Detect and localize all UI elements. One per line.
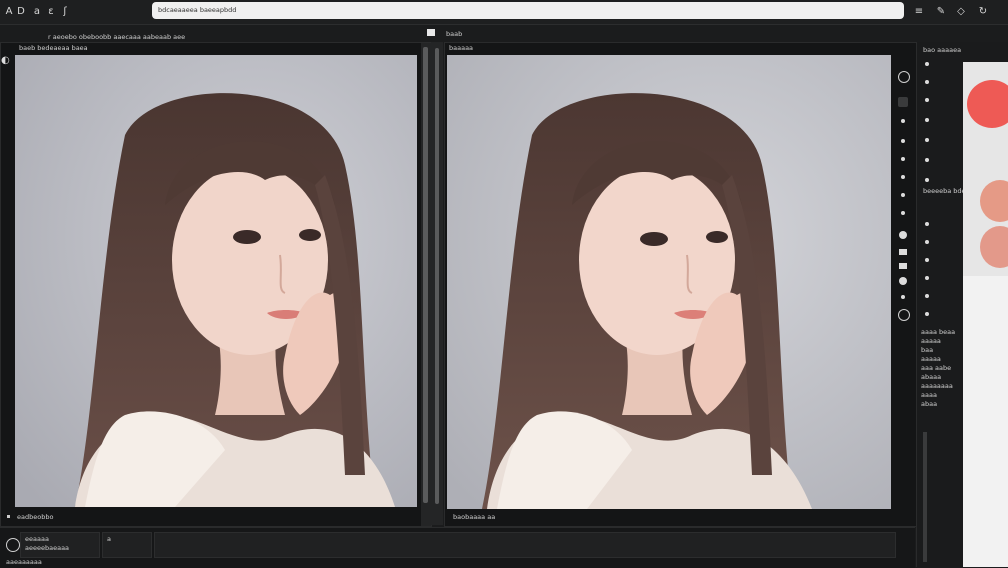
bottom-prompt-input[interactable] (154, 532, 896, 558)
refresh-icon[interactable]: ↻ (976, 5, 990, 19)
dock-list-item[interactable]: aaaaa (921, 355, 969, 364)
right-panel-footer: baobaaaa aa (453, 513, 496, 521)
bottom-field-1-line2: aeeeebaeaaa (25, 544, 70, 552)
dock-header: bao aaaaea (923, 46, 962, 54)
dock-list-item[interactable]: abaaa (921, 373, 969, 382)
top-bar: A D a ɛ ʃ bdcaeaaeea baeeapbdd ≡ ✎ ◇ ↻ (0, 0, 1008, 25)
swatch-panel-lower (963, 276, 1008, 567)
dock-list-item[interactable]: baa (921, 346, 969, 355)
bottom-field-2[interactable]: a (102, 532, 152, 558)
dock-dot-4[interactable] (925, 118, 929, 122)
panel-splitter[interactable] (431, 42, 443, 525)
left-image-viewport[interactable] (15, 55, 417, 507)
bottom-field-2-text: a (107, 535, 111, 543)
brush-icon[interactable]: ✎ (934, 5, 948, 19)
right-tool-strip (893, 63, 913, 503)
right-panel-title: baaaaa (449, 44, 474, 52)
tool-dot-7[interactable] (901, 295, 905, 299)
eraser-icon[interactable]: ◇ (954, 5, 968, 19)
dock-dot-7[interactable] (925, 178, 929, 182)
app-d-icon[interactable]: D (14, 5, 28, 19)
left-panel-footer: eadbeobbo (17, 513, 54, 521)
dock-dot-8[interactable] (925, 222, 929, 226)
tool-circle-1[interactable] (899, 231, 907, 239)
swatch-panel (963, 62, 1008, 276)
dock-list-item[interactable]: abaa (921, 400, 969, 409)
tool-dot-1[interactable] (901, 119, 905, 123)
bottom-bar: eeaaaa aeeeebaeaaa a aaeaaaaaa (0, 527, 915, 568)
menu-icon[interactable]: ≡ (912, 5, 926, 19)
swatch-peach-2[interactable] (980, 226, 1008, 268)
dock-dot-13[interactable] (925, 312, 929, 316)
dock-dot-1[interactable] (925, 62, 929, 66)
history-back-icon[interactable]: ɛ (44, 5, 58, 19)
right-image-viewport[interactable] (447, 55, 891, 509)
bottom-field-1-line1: eeaaaa (25, 535, 49, 543)
subheader: r aeoebo obeboobb aaecaaa aabeaab aee ba… (0, 26, 915, 42)
bottom-status-text: aaeaaaaaa (6, 558, 42, 566)
left-image-panel: baeb bedeaeaa baea ◐ eadbeobbo (0, 42, 432, 527)
tool-square-1[interactable] (899, 249, 907, 255)
zoom-icon[interactable] (898, 71, 910, 83)
dock-dot-5[interactable] (925, 138, 929, 142)
subheader-left-text: r aeoebo obeboobb aaecaaa aabeaab aee (48, 33, 186, 41)
tool-dot-4[interactable] (901, 175, 905, 179)
status-icon[interactable] (6, 538, 20, 552)
right-image-panel: baaaaa baobaaaa aa (444, 42, 918, 527)
dock-dot-6[interactable] (925, 158, 929, 162)
history-forward-icon[interactable]: ʃ (58, 5, 72, 19)
left-scroll-thumb[interactable] (423, 47, 428, 503)
dock-dot-12[interactable] (925, 294, 929, 298)
bottom-field-1[interactable]: eeaaaa aeeeebaeaaa (20, 532, 100, 558)
dock-dot-3[interactable] (925, 98, 929, 102)
address-bar[interactable]: bdcaeaaeea baeeapbdd (152, 2, 904, 19)
dock-dot-9[interactable] (925, 240, 929, 244)
dock-list-item[interactable]: aaaaa (921, 337, 969, 346)
dock-scroll-track[interactable] (923, 432, 927, 562)
dock-dot-10[interactable] (925, 258, 929, 262)
window-icon[interactable] (427, 29, 435, 36)
portrait-image-edited (447, 55, 891, 509)
swatch-peach-1[interactable] (980, 180, 1008, 222)
dock-dot-2[interactable] (925, 80, 929, 84)
brightness-icon[interactable]: ◐ (1, 55, 11, 67)
dock-dot-11[interactable] (925, 276, 929, 280)
left-vertical-scrollbar[interactable] (421, 43, 431, 526)
splitter-handle[interactable] (435, 48, 439, 504)
dock-list-item[interactable]: aaa aabe (921, 364, 969, 373)
tool-square-2[interactable] (899, 263, 907, 269)
dock-list-item[interactable]: aaaaaaaa (921, 382, 969, 391)
left-panel-title: baeb bedeaeaa baea (19, 44, 88, 52)
tool-dot-6[interactable] (901, 211, 905, 215)
dock-list-item[interactable]: aaaa beaa (921, 328, 969, 337)
tool-dot-2[interactable] (901, 139, 905, 143)
app-b-icon[interactable]: a (30, 5, 44, 19)
subheader-right-text: baab (446, 30, 463, 38)
tool-dot-5[interactable] (901, 193, 905, 197)
address-bar-text: bdcaeaaeea baeeapbdd (158, 6, 237, 14)
grid-icon[interactable] (898, 97, 908, 107)
dock-list-item[interactable]: aaaa (921, 391, 969, 400)
portrait-image (15, 55, 417, 507)
tool-dot-3[interactable] (901, 157, 905, 161)
swatch-red[interactable] (967, 80, 1008, 128)
tool-circle-2[interactable] (899, 277, 907, 285)
dock-list: aaaa beaa aaaaa baa aaaaa aaa aabe abaaa… (921, 328, 969, 428)
settings-icon[interactable] (898, 309, 910, 321)
left-footer-marker (7, 515, 10, 518)
